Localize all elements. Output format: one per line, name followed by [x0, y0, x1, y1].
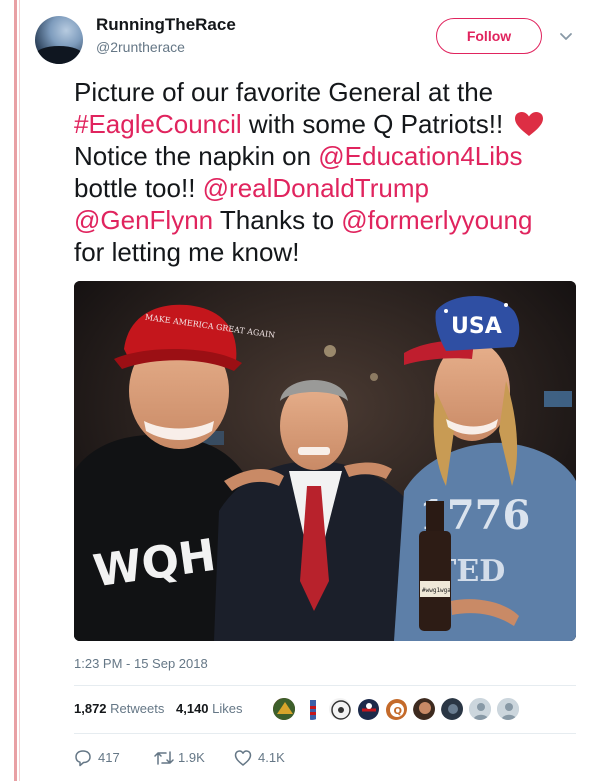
timestamp[interactable]: 1:23 PM - 15 Sep 2018 [74, 656, 208, 671]
hashtag-link[interactable]: #EagleCouncil [74, 109, 242, 139]
like-count: 4.1K [258, 750, 285, 765]
avatar-tree-silhouette [35, 46, 83, 64]
retweets-label[interactable]: Retweets [110, 701, 164, 716]
liker-avatar[interactable] [356, 697, 380, 721]
liker-avatar-default[interactable] [468, 697, 492, 721]
mention-link[interactable]: @GenFlynn [74, 205, 213, 235]
tweet-text-segment: for letting me know! [74, 237, 300, 267]
tweet-header: RunningTheRace @2runtherace Follow [34, 0, 603, 70]
liker-avatar[interactable]: Q [384, 697, 408, 721]
tweet-text-segment: with some Q Patriots!! [241, 109, 511, 139]
tweet: RunningTheRace @2runtherace Follow Pictu… [34, 0, 603, 781]
liker-avatar[interactable] [440, 697, 464, 721]
reply-count: 417 [98, 750, 120, 765]
retweets-count[interactable]: 1,872 [74, 701, 107, 716]
reply-icon [75, 750, 91, 767]
handle[interactable]: @2runtherace [96, 39, 185, 55]
tweet-actions: 417 1.9K 4.1K [74, 748, 374, 768]
retweet-icon [154, 751, 174, 765]
heart-icon [234, 750, 252, 766]
display-name[interactable]: RunningTheRace [96, 15, 236, 35]
tweet-text-segment: Picture of our favorite General at the [74, 77, 494, 107]
svg-text:Q: Q [394, 706, 403, 717]
tweet-photo[interactable]: WQH MAKE AMERICA GREAT AGAIN 1776 TED US… [74, 281, 576, 641]
engagement-stats: 1,872 Retweets 4,140 Likes [74, 701, 243, 716]
likes-label[interactable]: Likes [212, 701, 242, 716]
bottle-label: #wwg1wga [422, 587, 451, 594]
tweet-text-segment: bottle too!! [74, 173, 203, 203]
red-heart-emoji [515, 112, 544, 136]
tweet-text-segment: Thanks to [213, 205, 342, 235]
avatar[interactable] [35, 16, 83, 64]
thread-rule [14, 0, 17, 781]
liker-avatar-default[interactable] [496, 697, 520, 721]
liker-avatar[interactable] [412, 697, 436, 721]
retweet-count: 1.9K [178, 750, 205, 765]
chevron-down-icon[interactable] [558, 28, 574, 44]
photo-illustration: WQH MAKE AMERICA GREAT AGAIN 1776 TED US… [74, 281, 576, 641]
divider [74, 733, 576, 734]
mention-link[interactable]: @formerlyyoung [341, 205, 532, 235]
tweet-text: Picture of our favorite General at the #… [74, 76, 594, 268]
tweet-text-segment: Notice the napkin on [74, 141, 319, 171]
liker-avatar[interactable] [328, 697, 352, 721]
likes-count[interactable]: 4,140 [176, 701, 209, 716]
mention-link[interactable]: @realDonaldTrump [203, 173, 429, 203]
mention-link[interactable]: @Education4Libs [318, 141, 522, 171]
thread-rule-accent [19, 0, 20, 781]
divider [74, 685, 576, 686]
cap-text: USA [451, 314, 502, 339]
follow-button[interactable]: Follow [436, 18, 542, 54]
liker-avatar[interactable] [300, 697, 324, 721]
liker-avatar[interactable] [272, 697, 296, 721]
